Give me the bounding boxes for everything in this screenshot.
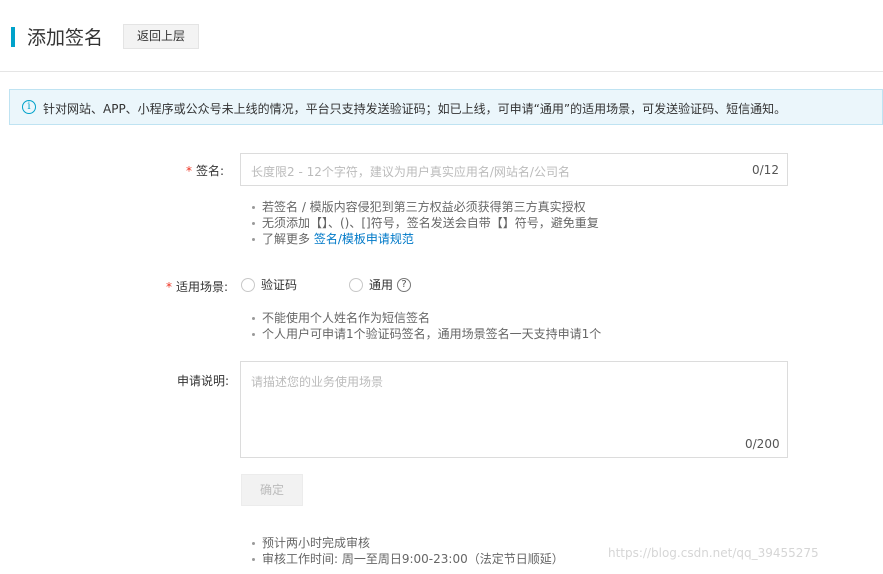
back-button[interactable]: 返回上层	[123, 24, 199, 49]
radio-circle[interactable]	[349, 277, 363, 292]
radio-circle[interactable]	[241, 277, 255, 292]
list-item: 了解更多 签名/模板申请规范	[250, 231, 599, 247]
list-item: 不能使用个人姓名作为短信签名	[250, 310, 601, 326]
signature-placeholder: 长度限2 - 12个字符，建议为用户真实应用名/网站名/公司名	[251, 165, 570, 179]
scene-label-text: 适用场景:	[176, 280, 229, 294]
signature-counter: 0/12	[752, 163, 779, 177]
list-item: 个人用户可申请1个验证码签名，通用场景签名一天支持申请1个	[250, 326, 601, 342]
radio-label: 验证码	[261, 278, 298, 292]
review-tips: 预计两小时完成审核 审核工作时间: 周一至周日9:00-23:00（法定节日顺延…	[250, 535, 564, 567]
radio-general[interactable]: 通用 ?	[349, 276, 412, 293]
watermark: https://blog.csdn.net/qq_39455275	[608, 546, 819, 560]
info-icon: i	[22, 100, 36, 114]
signature-tips: 若签名 / 模版内容侵犯到第三方权益必须获得第三方真实授权 无须添加【】、()、…	[250, 199, 599, 247]
list-item: 无须添加【】、()、[]符号，签名发送会自带【】符号，避免重复	[250, 215, 599, 231]
question-icon[interactable]: ?	[397, 277, 412, 292]
required-mark: *	[186, 164, 192, 178]
spec-link[interactable]: 签名/模板申请规范	[314, 232, 414, 246]
radio-verification-code[interactable]: 验证码	[241, 276, 297, 293]
submit-button[interactable]: 确定	[241, 474, 303, 506]
title-accent-bar	[11, 27, 15, 47]
radio-label: 通用	[369, 278, 394, 292]
list-item: 审核工作时间: 周一至周日9:00-23:00（法定节日顺延）	[250, 551, 564, 567]
notice-text: 针对网站、APP、小程序或公众号未上线的情况，平台只支持发送验证码；如已上线，可…	[43, 102, 787, 116]
signature-label: * 签名:	[186, 162, 224, 179]
description-counter: 0/200	[745, 437, 780, 451]
description-label: 申请说明:	[177, 374, 230, 388]
more-prefix: 了解更多	[262, 232, 311, 246]
signature-label-text: 签名:	[196, 164, 225, 178]
required-mark: *	[166, 280, 172, 294]
description-textarea[interactable]: 请描述您的业务使用场景 0/200	[240, 361, 788, 458]
signature-input[interactable]: 长度限2 - 12个字符，建议为用户真实应用名/网站名/公司名 0/12	[240, 153, 788, 186]
description-placeholder: 请描述您的业务使用场景	[251, 375, 384, 389]
scene-label: * 适用场景:	[166, 278, 228, 295]
page-header: 添加签名 返回上层	[0, 0, 883, 72]
scene-tips: 不能使用个人姓名作为短信签名 个人用户可申请1个验证码签名，通用场景签名一天支持…	[250, 310, 601, 342]
list-item: 若签名 / 模版内容侵犯到第三方权益必须获得第三方真实授权	[250, 199, 599, 215]
page-title: 添加签名	[27, 27, 104, 49]
list-item: 预计两小时完成审核	[250, 535, 564, 551]
notice-banner: i 针对网站、APP、小程序或公众号未上线的情况，平台只支持发送验证码；如已上线…	[9, 89, 883, 125]
